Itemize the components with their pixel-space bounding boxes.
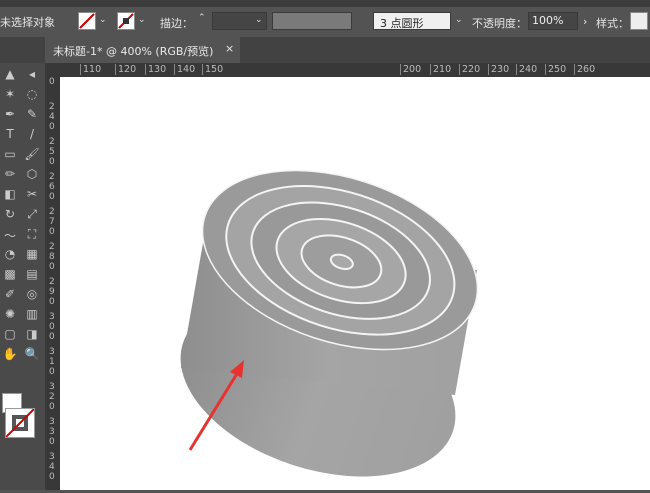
type-tool-icon[interactable]: T bbox=[0, 127, 20, 145]
cylinder-artwork bbox=[180, 169, 479, 477]
stroke-swatch[interactable] bbox=[117, 12, 135, 30]
ruler-label: 310 bbox=[49, 347, 55, 377]
ruler-label: 140 bbox=[174, 64, 195, 75]
ruler-label: 260 bbox=[574, 64, 595, 75]
stroke-color-box[interactable] bbox=[5, 408, 35, 438]
stroke-label: 描边： bbox=[160, 17, 193, 30]
fill-swatch[interactable] bbox=[78, 12, 96, 30]
gradient-tool-icon[interactable]: ▤ bbox=[22, 267, 42, 285]
zoom-tool-icon[interactable]: 🔍 bbox=[22, 347, 42, 365]
close-icon[interactable]: × bbox=[225, 42, 234, 55]
chevron-down-icon[interactable]: ⌄ bbox=[138, 15, 146, 25]
selection-status: 未选择对象 bbox=[0, 16, 55, 29]
rotate-tool-icon[interactable]: ↻ bbox=[0, 207, 20, 225]
curvature-tool-icon[interactable]: ✎ bbox=[22, 107, 42, 125]
control-bar: 未选择对象 ⌄ ⌄ 描边： ⌃ ⌄ 3 点圆形 ⌄ 不透明度： 100% › 样… bbox=[0, 7, 650, 37]
ruler-label: 340 bbox=[49, 452, 55, 482]
hand-tool-icon[interactable]: ✋ bbox=[0, 347, 20, 365]
direct-selection-tool-icon[interactable]: ◂ bbox=[22, 67, 42, 85]
pen-tool-icon[interactable]: ✒ bbox=[0, 107, 20, 125]
warp-tool-icon[interactable]: 〜 bbox=[0, 227, 20, 245]
line-tool-icon[interactable]: / bbox=[22, 127, 42, 145]
perspective-grid-tool-icon[interactable]: ▦ bbox=[22, 247, 42, 265]
artboard-canvas[interactable] bbox=[60, 77, 650, 490]
brush-value: 3 点圆形 bbox=[380, 17, 424, 30]
paintbrush-tool-icon[interactable]: 🖌 bbox=[22, 147, 42, 165]
horizontal-ruler: 110 120 130 140 150 200 210 220 230 240 250 260 bbox=[60, 63, 650, 77]
menu-strip bbox=[0, 0, 650, 7]
free-transform-tool-icon[interactable]: ⛶ bbox=[22, 227, 42, 245]
ruler-label: 320 bbox=[49, 382, 55, 412]
ruler-label: 150 bbox=[202, 64, 223, 75]
ruler-label: 270 bbox=[49, 207, 55, 237]
style-label: 样式： bbox=[596, 17, 629, 30]
scale-tool-icon[interactable]: ⤢ bbox=[22, 207, 42, 225]
chevron-right-icon[interactable]: › bbox=[583, 15, 587, 28]
column-graph-tool-icon[interactable]: ▥ bbox=[22, 307, 42, 325]
ruler-label: 250 bbox=[49, 137, 55, 167]
artboard-tool-icon[interactable]: ▢ bbox=[0, 327, 20, 345]
opacity-value: 100% bbox=[532, 14, 564, 27]
lasso-tool-icon[interactable]: ◌ bbox=[22, 87, 42, 105]
ruler-label: 120 bbox=[115, 64, 136, 75]
ruler-label: 200 bbox=[400, 64, 421, 75]
ruler-label: 0 bbox=[49, 77, 55, 87]
variable-width-profile[interactable] bbox=[272, 12, 352, 30]
chevron-down-icon[interactable]: ⌄ bbox=[455, 15, 463, 25]
blend-tool-icon[interactable]: ◎ bbox=[22, 287, 42, 305]
slice-tool-icon[interactable]: ◨ bbox=[22, 327, 42, 345]
shape-builder-tool-icon[interactable]: ◔ bbox=[0, 247, 20, 265]
symbol-sprayer-tool-icon[interactable]: ✺ bbox=[0, 307, 20, 325]
ruler-label: 330 bbox=[49, 417, 55, 447]
document-tab[interactable]: 未标题-1* @ 400% (RGB/预览) × bbox=[45, 37, 240, 63]
brush-definition[interactable]: 3 点圆形 bbox=[373, 12, 451, 30]
ruler-label: 110 bbox=[80, 64, 101, 75]
opacity-label: 不透明度： bbox=[472, 17, 527, 30]
eraser-tool-icon[interactable]: ◧ bbox=[0, 187, 20, 205]
style-swatch[interactable] bbox=[630, 12, 648, 30]
chevron-down-icon[interactable]: ⌄ bbox=[255, 15, 263, 25]
chevron-down-icon[interactable]: ⌄ bbox=[99, 15, 107, 25]
ruler-label: 230 bbox=[488, 64, 509, 75]
ruler-label: 260 bbox=[49, 172, 55, 202]
ruler-label: 280 bbox=[49, 242, 55, 272]
tools-panel: ▲ ◂ ✶ ◌ ✒ ✎ T / ▭ 🖌 ✏ ⬡ ◧ ✂ ↻ ⤢ 〜 ⛶ ◔ ▦ ▩ ▤ ✐ ◎ ✺ ▥ ▢ ◨ ✋ 🔍 bbox=[0, 63, 45, 490]
ruler-label: 210 bbox=[430, 64, 451, 75]
opacity-input[interactable]: 100% bbox=[528, 12, 578, 30]
pencil-tool-icon[interactable]: ✏ bbox=[0, 167, 20, 185]
document-tab-bar: 未标题-1* @ 400% (RGB/预览) × bbox=[0, 37, 650, 63]
magic-wand-tool-icon[interactable]: ✶ bbox=[0, 87, 20, 105]
ruler-label: 300 bbox=[49, 312, 55, 342]
eyedropper-tool-icon[interactable]: ✐ bbox=[0, 287, 20, 305]
ruler-label: 250 bbox=[545, 64, 566, 75]
ruler-label: 290 bbox=[49, 277, 55, 307]
stepper-icon[interactable]: ⌃ bbox=[198, 13, 206, 23]
ruler-label: 240 bbox=[516, 64, 537, 75]
mesh-tool-icon[interactable]: ▩ bbox=[0, 267, 20, 285]
document-title: 未标题-1* @ 400% (RGB/预览) bbox=[53, 45, 214, 58]
selection-tool-icon[interactable]: ▲ bbox=[0, 67, 20, 85]
shaper-tool-icon[interactable]: ⬡ bbox=[22, 167, 42, 185]
ruler-label: 130 bbox=[145, 64, 166, 75]
vertical-ruler: 0 240 250 260 270 280 290 300 310 320 330 340 bbox=[45, 63, 60, 490]
ruler-label: 240 bbox=[49, 102, 55, 132]
scissors-tool-icon[interactable]: ✂ bbox=[22, 187, 42, 205]
rectangle-tool-icon[interactable]: ▭ bbox=[0, 147, 20, 165]
ruler-label: 220 bbox=[459, 64, 480, 75]
